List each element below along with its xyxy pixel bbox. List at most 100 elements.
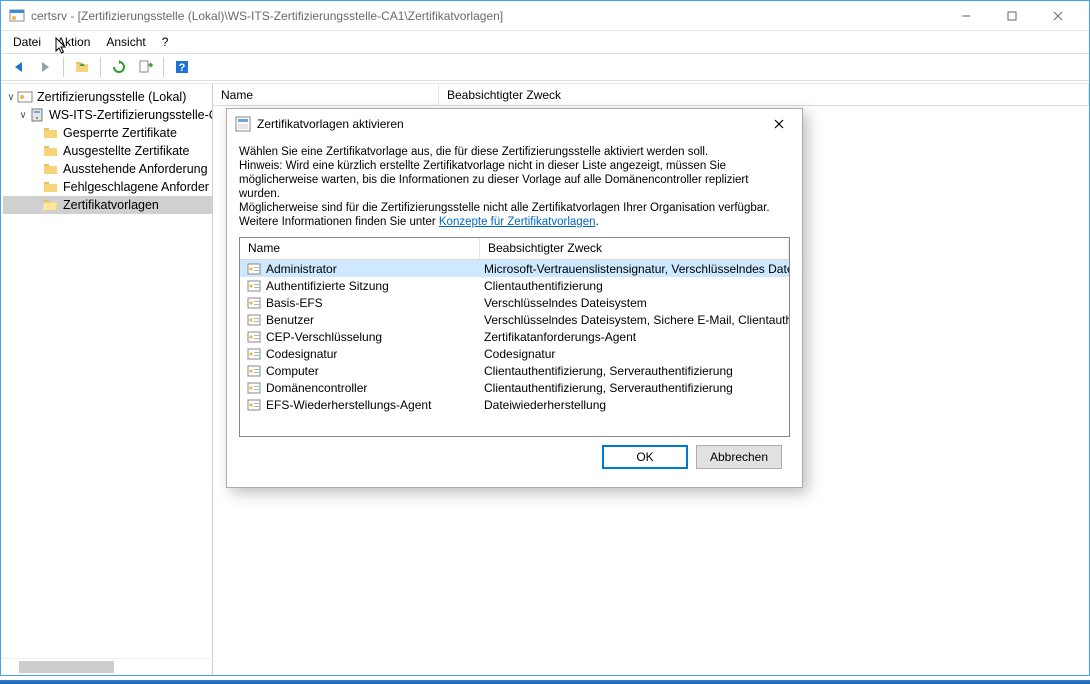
export-button[interactable] (133, 55, 157, 79)
tree-node-label: Ausgestellte Zertifikate (63, 144, 189, 158)
menu-file[interactable]: Datei (5, 33, 49, 51)
template-name: EFS-Wiederherstellungs-Agent (266, 398, 480, 412)
toolbar-separator (63, 57, 64, 77)
folder-icon (43, 161, 59, 177)
tree-issued[interactable]: Ausgestellte Zertifikate (3, 142, 213, 160)
app-icon (9, 8, 25, 24)
dialog-close-button[interactable] (764, 109, 794, 139)
tree-templates[interactable]: Zertifikatvorlagen (3, 196, 213, 214)
template-listview: Name Beabsichtigter Zweck AdministratorM… (239, 237, 790, 437)
template-purpose: Codesignatur (480, 347, 789, 361)
ca-root-icon (17, 89, 33, 105)
maximize-button[interactable] (989, 1, 1035, 31)
instr-line1: Wählen Sie eine Zertifikatvorlage aus, d… (239, 146, 708, 158)
tree-failed[interactable]: Fehlgeschlagene Anforder (3, 178, 213, 196)
template-row[interactable]: EFS-Wiederherstellungs-AgentDateiwiederh… (240, 396, 789, 413)
template-purpose: Verschlüsselndes Dateisystem, Sichere E-… (480, 313, 789, 327)
refresh-button[interactable] (107, 55, 131, 79)
collapse-icon[interactable]: ∨ (17, 110, 29, 121)
dialog-icon (235, 116, 251, 132)
template-row[interactable]: AdministratorMicrosoft-Vertrauenslistens… (240, 260, 789, 277)
server-icon (29, 107, 45, 123)
tree-node-label: Ausstehende Anforderung (63, 162, 208, 176)
certificate-icon (246, 312, 262, 328)
cancel-button[interactable]: Abbrechen (696, 445, 782, 469)
template-purpose: Clientauthentifizierung (480, 279, 789, 293)
list-col-purpose[interactable]: Beabsichtigter Zweck (439, 84, 1089, 105)
enable-templates-dialog: Zertifikatvorlagen aktivieren Wählen Sie… (226, 108, 803, 488)
template-row[interactable]: Authentifizierte SitzungClientauthentifi… (240, 277, 789, 294)
menu-view[interactable]: Ansicht (98, 33, 153, 51)
template-row[interactable]: ComputerClientauthentifizierung, Servera… (240, 362, 789, 379)
template-row[interactable]: CodesignaturCodesignatur (240, 345, 789, 362)
list-col-name[interactable]: Name (213, 84, 439, 105)
template-list-scroll[interactable]: AdministratorMicrosoft-Vertrauenslistens… (240, 260, 789, 436)
tree-pending[interactable]: Ausstehende Anforderung (3, 160, 213, 178)
template-name: Domänencontroller (266, 381, 480, 395)
link-prefix: Weitere Informationen finden Sie unter (239, 216, 439, 228)
close-button[interactable] (1035, 1, 1081, 31)
template-purpose: Verschlüsselndes Dateisystem (480, 296, 789, 310)
help-button[interactable]: ? (170, 55, 194, 79)
minimize-button[interactable] (943, 1, 989, 31)
template-name: Administrator (266, 262, 480, 276)
dialog-body: Wählen Sie eine Zertifikatvorlage aus, d… (227, 139, 802, 487)
folder-icon (43, 125, 59, 141)
tree-ca[interactable]: ∨ WS-ITS-Zertifizierungsstelle-C (3, 106, 213, 124)
instr-line2: Hinweis: Wird eine kürzlich erstellte Ze… (239, 160, 748, 200)
concepts-link[interactable]: Konzepte für Zertifikatvorlagen (439, 216, 596, 228)
template-name: Computer (266, 364, 480, 378)
tree-revoked[interactable]: Gesperrte Zertifikate (3, 124, 213, 142)
col-name[interactable]: Name (240, 238, 480, 259)
col-purpose[interactable]: Beabsichtigter Zweck (480, 238, 789, 259)
template-purpose: Microsoft-Vertrauenslistensignatur, Vers… (480, 262, 789, 276)
back-button[interactable] (7, 55, 31, 79)
tree-node-label: Zertifikatvorlagen (63, 198, 159, 212)
folder-open-icon (43, 197, 59, 213)
template-list-header: Name Beabsichtigter Zweck (240, 238, 789, 260)
ok-button[interactable]: OK (602, 445, 688, 469)
tree-pane[interactable]: ∨ Zertifizierungsstelle (Lokal) ∨ WS-ITS… (1, 84, 213, 675)
toolbar-separator (100, 57, 101, 77)
template-row[interactable]: BenutzerVerschlüsselndes Dateisystem, Si… (240, 311, 789, 328)
dialog-buttons: OK Abbrechen (239, 437, 790, 477)
certificate-icon (246, 261, 262, 277)
template-name: Benutzer (266, 313, 480, 327)
menu-help[interactable]: ? (154, 33, 177, 51)
navigation-tree: ∨ Zertifizierungsstelle (Lokal) ∨ WS-ITS… (1, 84, 213, 218)
template-row[interactable]: DomänencontrollerClientauthentifizierung… (240, 379, 789, 396)
instr-line3: Möglicherweise sind für die Zertifizieru… (239, 202, 770, 214)
toolbar-separator (163, 57, 164, 77)
dialog-titlebar: Zertifikatvorlagen aktivieren (227, 109, 802, 139)
certificate-icon (246, 363, 262, 379)
certificate-icon (246, 346, 262, 362)
certificate-icon (246, 295, 262, 311)
template-row[interactable]: Basis-EFSVerschlüsselndes Dateisystem (240, 294, 789, 311)
collapse-icon[interactable]: ∨ (5, 92, 17, 103)
tree-node-label: Gesperrte Zertifikate (63, 126, 177, 140)
scrollbar-thumb[interactable] (19, 661, 114, 673)
tree-root[interactable]: ∨ Zertifizierungsstelle (Lokal) (3, 88, 213, 106)
toolbar: ? (1, 53, 1089, 81)
template-purpose: Clientauthentifizierung, Serverauthentif… (480, 381, 789, 395)
window-title: certsrv - [Zertifizierungsstelle (Lokal)… (31, 9, 943, 23)
tree-horizontal-scrollbar[interactable] (1, 658, 213, 675)
certificate-icon (246, 278, 262, 294)
template-name: Authentifizierte Sitzung (266, 279, 480, 293)
tree-ca-label: WS-ITS-Zertifizierungsstelle-C (49, 108, 213, 122)
template-row[interactable]: CEP-VerschlüsselungZertifikatanforderung… (240, 328, 789, 345)
link-suffix: . (595, 216, 598, 228)
taskbar-edge (0, 680, 1090, 684)
template-name: Codesignatur (266, 347, 480, 361)
template-name: Basis-EFS (266, 296, 480, 310)
list-header: Name Beabsichtigter Zweck (213, 84, 1089, 106)
certificate-icon (246, 329, 262, 345)
template-rows-container: AdministratorMicrosoft-Vertrauenslistens… (240, 260, 789, 413)
folder-icon (43, 179, 59, 195)
menu-bar: Datei Aktion Ansicht ? (1, 31, 1089, 53)
menu-action[interactable]: Aktion (49, 33, 98, 51)
forward-button[interactable] (33, 55, 57, 79)
svg-text:?: ? (179, 62, 186, 74)
certificate-icon (246, 380, 262, 396)
up-level-button[interactable] (70, 55, 94, 79)
